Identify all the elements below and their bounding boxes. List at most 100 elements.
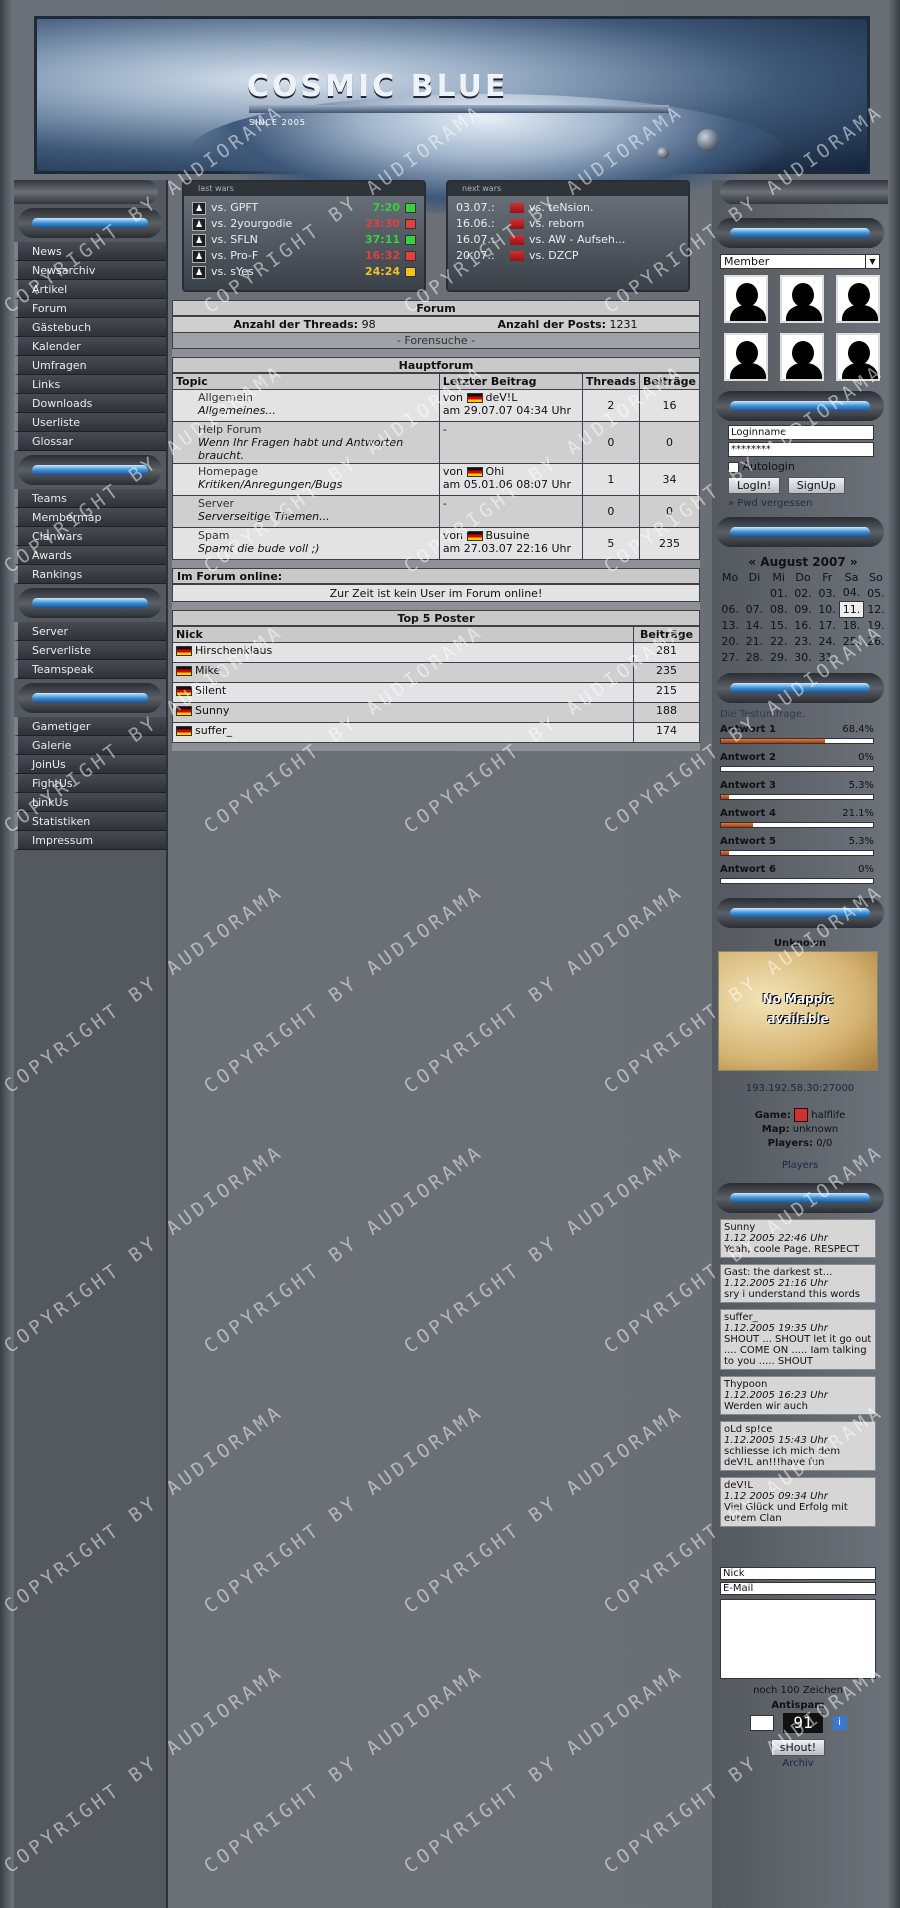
nav-item[interactable]: Downloads <box>14 394 166 413</box>
last-war-row[interactable]: ♟ vs. sYes 24:24 <box>184 264 424 280</box>
nav-item[interactable]: Links <box>14 375 166 394</box>
shout-nick[interactable]: suffer_ <box>724 1312 872 1323</box>
nav-item[interactable]: Rankings <box>14 565 166 584</box>
calendar-day[interactable]: 21. <box>742 633 766 649</box>
next-war-row[interactable]: 03.07.: vs. teNsion. <box>448 200 688 216</box>
top-nick[interactable]: Silent <box>195 684 226 697</box>
nav-item[interactable]: Server <box>14 622 166 641</box>
calendar-day[interactable]: 19. <box>864 617 888 633</box>
calendar-day[interactable]: 02. <box>791 585 815 601</box>
shout-nick[interactable]: Thypoon <box>724 1379 872 1390</box>
shout-nick[interactable]: Gast: the darkest st... <box>724 1267 872 1278</box>
forum-row[interactable]: Homepage Kritiken/Anregungen/Bugs von Ohi a… <box>172 463 701 496</box>
shout-nick[interactable]: oLd sp!ce <box>724 1424 872 1435</box>
next-war-row[interactable]: 16.06.: vs. reborn <box>448 216 688 232</box>
top-nick[interactable]: Sunny <box>195 704 229 717</box>
calendar-day[interactable]: 14. <box>742 617 766 633</box>
calendar-day[interactable]: 30. <box>791 649 815 665</box>
shout-nick-input[interactable]: Nick <box>720 1567 876 1580</box>
calendar-day[interactable]: 10. <box>815 601 839 617</box>
last-war-row[interactable]: ♟ vs. Pro-F 16:32 <box>184 248 424 264</box>
forum-row[interactable]: Help Forum Wenn Ihr Fragen habt und Antwo… <box>172 421 701 464</box>
nav-item[interactable]: Galerie <box>14 736 166 755</box>
calendar-day[interactable]: 27. <box>718 649 742 665</box>
top-poster-row[interactable]: Silent 215 <box>172 682 700 703</box>
last-user[interactable]: Ohi <box>486 465 505 478</box>
calendar-day[interactable]: 17. <box>815 617 839 633</box>
calendar-day[interactable]: 04. <box>839 585 863 601</box>
nav-item[interactable]: FightUs <box>14 774 166 793</box>
calendar-day[interactable]: 29. <box>767 649 791 665</box>
forum-name[interactable]: Allgemein <box>176 391 436 404</box>
players-link[interactable]: Players <box>712 1159 888 1173</box>
forum-row[interactable]: Server Serverseitige Themen... -0 0 <box>172 495 701 528</box>
top-poster-row[interactable]: Sunny 188 <box>172 702 700 723</box>
nav-item[interactable]: Userliste <box>14 413 166 432</box>
nav-item[interactable]: Impressum <box>14 831 166 850</box>
nav-item[interactable]: Serverliste <box>14 641 166 660</box>
site-logo[interactable]: COSMIC BLUE <box>247 69 508 104</box>
top-nick[interactable]: suffer_ <box>195 724 232 737</box>
nav-item[interactable]: Artikel <box>14 280 166 299</box>
last-user[interactable]: Busuine <box>486 529 530 542</box>
calendar-title[interactable]: « August 2007 » <box>718 555 888 569</box>
nav-item[interactable]: Newsarchiv <box>14 261 166 280</box>
calendar-day[interactable]: 20. <box>718 633 742 649</box>
nav-item[interactable]: Clanwars <box>14 527 166 546</box>
calendar-day[interactable]: 05. <box>864 585 888 601</box>
shout-nick[interactable]: Sunny <box>724 1222 872 1233</box>
calendar-day[interactable]: 25. <box>839 633 863 649</box>
top-poster-row[interactable]: suffer_ 174 <box>172 722 700 743</box>
signup-button[interactable]: SignUp <box>787 477 845 494</box>
archive-link[interactable]: Archiv <box>720 1758 876 1769</box>
antispam-input[interactable] <box>749 1715 774 1731</box>
nav-item[interactable]: Teams <box>14 489 166 508</box>
calendar-day[interactable]: 11. <box>838 600 865 618</box>
avatar[interactable] <box>724 333 768 381</box>
last-user[interactable]: deV!L <box>486 391 518 404</box>
calendar-day[interactable]: 07. <box>742 601 766 617</box>
nav-item[interactable]: Glossar <box>14 432 166 451</box>
nav-item[interactable]: Gametiger <box>14 717 166 736</box>
calendar-day[interactable]: 12. <box>864 601 888 617</box>
shout-email-input[interactable]: E-Mail <box>720 1582 876 1595</box>
top-nick[interactable]: Mike <box>195 664 220 677</box>
calendar-day[interactable]: 03. <box>815 585 839 601</box>
calendar-day[interactable]: 26. <box>864 633 888 649</box>
top-nick[interactable]: Hirschenklaus <box>195 644 272 657</box>
nav-item[interactable]: News <box>14 242 166 261</box>
calendar-day[interactable]: 24. <box>815 633 839 649</box>
password-input[interactable]: ******** <box>728 442 874 457</box>
calendar-day[interactable]: 23. <box>791 633 815 649</box>
top-poster-row[interactable]: Mike 235 <box>172 662 700 683</box>
calendar-day[interactable]: 16. <box>791 617 815 633</box>
nav-item[interactable]: JoinUs <box>14 755 166 774</box>
calendar-day[interactable]: 08. <box>767 601 791 617</box>
shout-message-textarea[interactable] <box>720 1599 876 1679</box>
nav-item[interactable]: LinkUs <box>14 793 166 812</box>
server-ip[interactable]: 193.192.58.30:27000 <box>712 1083 888 1094</box>
next-war-row[interactable]: 20.07.: vs. DZCP <box>448 248 688 264</box>
forum-row[interactable]: Allgemein Allgemeines... von deV!L am 29.07… <box>172 389 701 422</box>
forum-name[interactable]: Server <box>176 497 436 510</box>
nav-item[interactable]: Forum <box>14 299 166 318</box>
forum-row[interactable]: Spam Spamt die bude voll ;) von Busuine am … <box>172 527 701 560</box>
nav-item[interactable]: Gästebuch <box>14 318 166 337</box>
avatar[interactable] <box>836 333 880 381</box>
avatar[interactable] <box>780 275 824 323</box>
calendar-day[interactable]: 31. <box>815 649 839 665</box>
forum-name[interactable]: Spam <box>176 529 436 542</box>
forum-search-link[interactable]: - Forensuche - <box>172 332 700 349</box>
login-button[interactable]: LogIn! <box>728 477 781 494</box>
autologin-checkbox[interactable] <box>728 461 739 473</box>
calendar-day[interactable]: 13. <box>718 617 742 633</box>
login-name-input[interactable]: Loginname <box>728 425 874 440</box>
nav-item[interactable]: Umfragen <box>14 356 166 375</box>
avatar[interactable] <box>836 275 880 323</box>
forgot-password-link[interactable]: » Pwd vergessen <box>728 498 874 509</box>
avatar[interactable] <box>780 333 824 381</box>
info-icon[interactable]: i <box>832 1716 847 1730</box>
chevron-down-icon[interactable]: ▼ <box>865 255 879 268</box>
calendar-day[interactable]: 06. <box>718 601 742 617</box>
top-poster-row[interactable]: Hirschenklaus 281 <box>172 642 700 663</box>
